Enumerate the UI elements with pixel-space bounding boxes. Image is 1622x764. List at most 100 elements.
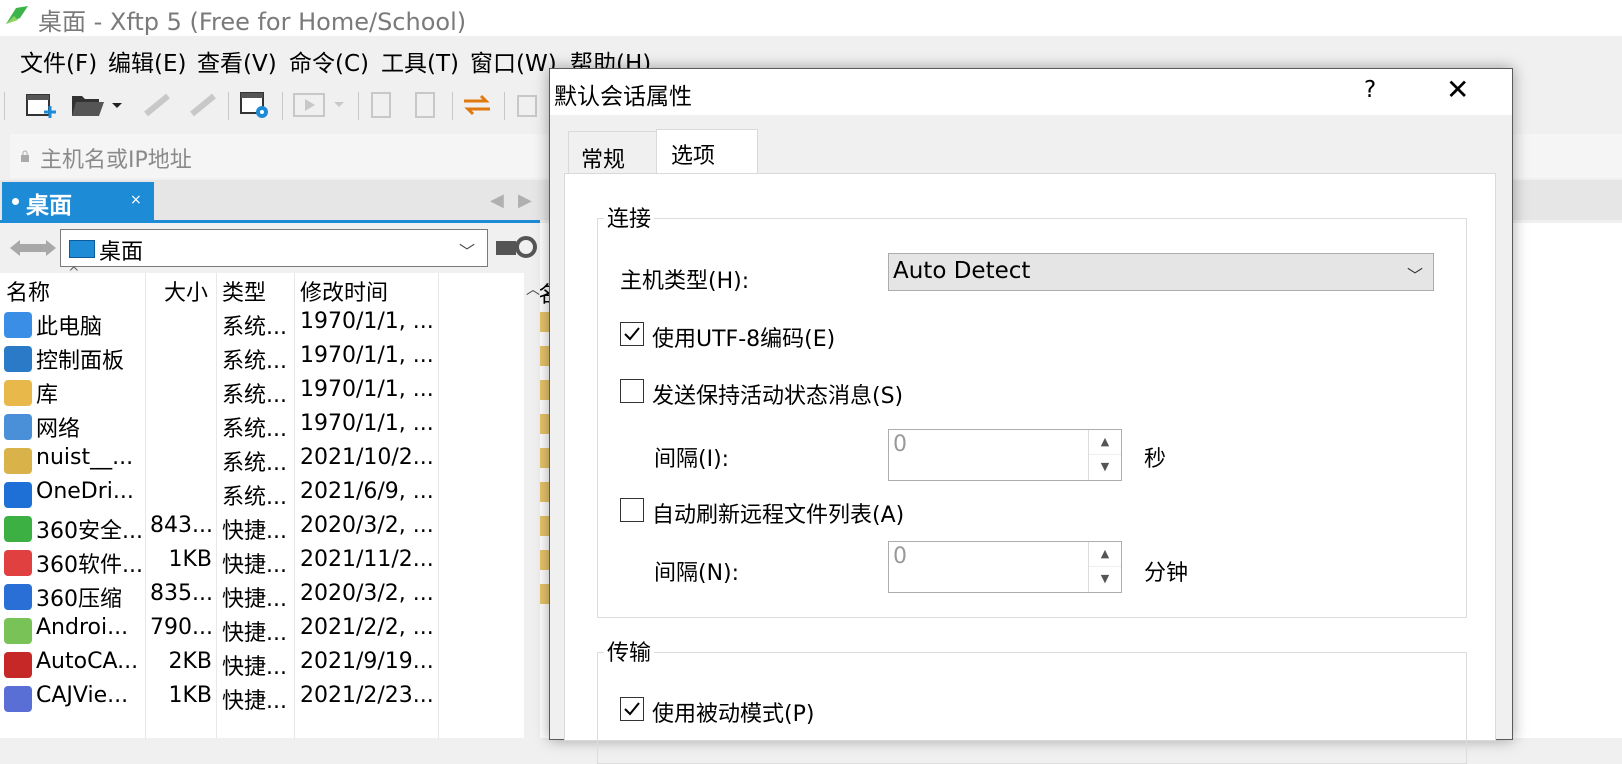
menu-command[interactable]: 命令(C) bbox=[289, 44, 369, 78]
menu-tools[interactable]: 工具(T) bbox=[381, 44, 459, 78]
keepalive-interval-stepper[interactable]: 0 ▲ ▼ bbox=[888, 429, 1122, 481]
increment-icon[interactable]: ▲ bbox=[1089, 430, 1121, 455]
cajviewer-icon bbox=[4, 686, 32, 712]
transfer-group: 传输 使用被动模式(P) bbox=[597, 635, 1467, 764]
utf8-checkbox[interactable] bbox=[620, 322, 644, 346]
play-icon[interactable] bbox=[292, 90, 350, 120]
file-type: 系统... bbox=[222, 485, 287, 510]
column-name[interactable]: 名称 bbox=[6, 275, 50, 307]
session-properties-dialog: 默认会话属性 ? ✕ 常规 选项 连接 主机类型(H): Auto Detect… bbox=[549, 68, 1513, 764]
close-icon[interactable]: ✕ bbox=[1446, 73, 1469, 106]
file-name: AutoCA... bbox=[36, 649, 139, 674]
address-placeholder: 主机名或IP地址 bbox=[40, 148, 192, 173]
scroll-up-icon[interactable]: ︿ bbox=[526, 279, 540, 299]
download-icon[interactable] bbox=[410, 90, 444, 120]
file-modified: 1970/1/1, ... bbox=[300, 377, 434, 402]
back-forward-icon[interactable] bbox=[8, 235, 58, 261]
file-type: 快捷... bbox=[222, 621, 287, 646]
list-item[interactable]: Androi... 790... 快捷... 2021/2/2, ... bbox=[0, 613, 524, 647]
file-size: 843... bbox=[150, 513, 212, 538]
chevron-down-icon[interactable]: ﹀ bbox=[459, 238, 475, 262]
file-modified: 1970/1/1, ... bbox=[300, 343, 434, 368]
menu-view[interactable]: 查看(V) bbox=[197, 44, 277, 78]
checkmark-icon bbox=[624, 327, 640, 341]
connect-icon[interactable] bbox=[140, 90, 174, 120]
column-modified[interactable]: 修改时间 bbox=[300, 275, 388, 307]
file-modified: 2021/9/19... bbox=[300, 649, 434, 674]
disconnect-icon[interactable] bbox=[186, 90, 220, 120]
local-file-list: 名称 ^ 大小 类型 修改时间 此电脑 系统... 1970/1/1, ... 控制面… bbox=[0, 265, 540, 738]
list-item[interactable]: CAJVie... 1KB 快捷... 2021/2/23... bbox=[0, 681, 524, 715]
decrement-icon[interactable]: ▼ bbox=[1089, 454, 1121, 480]
tab-scroll-left-icon[interactable]: ◀ bbox=[490, 190, 504, 211]
list-item[interactable]: 此电脑 系统... 1970/1/1, ... bbox=[0, 307, 524, 341]
copy-icon[interactable] bbox=[512, 90, 546, 120]
file-type: 系统... bbox=[222, 451, 287, 476]
360-zip-icon bbox=[4, 584, 32, 610]
auto-refresh-label: 自动刷新远程文件列表(A) bbox=[652, 503, 905, 528]
file-modified: 2021/10/2... bbox=[300, 445, 434, 470]
list-item[interactable]: OneDri... 系统... 2021/6/9, ... bbox=[0, 477, 524, 511]
folder-sync-icon[interactable] bbox=[494, 233, 540, 261]
file-name: 此电脑 bbox=[36, 315, 103, 340]
host-type-select[interactable]: Auto Detect ﹀ bbox=[888, 253, 1434, 291]
decrement-icon[interactable]: ▼ bbox=[1089, 566, 1121, 592]
xftp-logo-icon bbox=[6, 6, 28, 24]
list-item[interactable]: nuist__... 系统... 2021/10/2... bbox=[0, 443, 524, 477]
onedrive-icon bbox=[4, 482, 32, 508]
tab-desktop[interactable]: 桌面 × bbox=[2, 182, 154, 220]
file-type: 快捷... bbox=[222, 655, 287, 680]
auto-refresh-checkbox[interactable] bbox=[620, 498, 644, 522]
new-session-icon[interactable] bbox=[24, 90, 58, 120]
360-software-icon bbox=[4, 550, 32, 576]
tab-scroll-right-icon[interactable]: ▶ bbox=[518, 190, 532, 211]
refresh-interval-label: 间隔(N): bbox=[654, 561, 740, 586]
menu-edit[interactable]: 编辑(E) bbox=[108, 44, 186, 78]
file-name: 360软件... bbox=[36, 553, 143, 578]
tab-close-icon[interactable]: × bbox=[130, 192, 142, 208]
passive-mode-checkbox[interactable] bbox=[620, 697, 644, 721]
checkmark-icon bbox=[624, 702, 640, 716]
column-size[interactable]: 大小 bbox=[164, 275, 208, 307]
keepalive-checkbox[interactable] bbox=[620, 379, 644, 403]
tab-options[interactable]: 选项 bbox=[656, 129, 758, 176]
file-modified: 1970/1/1, ... bbox=[300, 411, 434, 436]
help-button[interactable]: ? bbox=[1364, 77, 1376, 103]
column-type[interactable]: 类型 bbox=[222, 275, 266, 307]
refresh-unit: 分钟 bbox=[1144, 561, 1189, 586]
file-type: 系统... bbox=[222, 383, 287, 408]
file-name: 360压缩 bbox=[36, 587, 122, 612]
file-modified: 2020/3/2, ... bbox=[300, 581, 434, 606]
path-bar: 桌面 ﹀ bbox=[0, 223, 540, 273]
file-name: nuist__... bbox=[36, 445, 134, 470]
tab-general[interactable]: 常规 bbox=[568, 131, 658, 174]
upload-icon[interactable] bbox=[366, 90, 400, 120]
increment-icon[interactable]: ▲ bbox=[1089, 542, 1121, 567]
sort-ascending-icon: ^ bbox=[68, 265, 80, 281]
list-item[interactable]: 360压缩 835... 快捷... 2020/3/2, ... bbox=[0, 579, 524, 613]
list-item[interactable]: 控制面板 系统... 1970/1/1, ... bbox=[0, 341, 524, 375]
file-modified: 2021/11/2... bbox=[300, 547, 434, 572]
vertical-scrollbar[interactable]: ︿ bbox=[524, 273, 540, 738]
dialog-title: 默认会话属性 bbox=[554, 84, 692, 110]
open-folder-icon[interactable] bbox=[70, 90, 124, 120]
list-item[interactable]: AutoCA... 2KB 快捷... 2021/9/19... bbox=[0, 647, 524, 681]
refresh-interval-stepper[interactable]: 0 ▲ ▼ bbox=[888, 541, 1122, 593]
menu-file[interactable]: 文件(F) bbox=[20, 44, 97, 78]
list-item[interactable]: 360软件... 1KB 快捷... 2021/11/2... bbox=[0, 545, 524, 579]
desktop-icon bbox=[69, 240, 95, 258]
list-item[interactable]: 网络 系统... 1970/1/1, ... bbox=[0, 409, 524, 443]
session-settings-icon[interactable] bbox=[238, 90, 272, 120]
path-combo[interactable]: 桌面 ﹀ bbox=[60, 229, 488, 267]
utf8-label: 使用UTF-8编码(E) bbox=[652, 327, 836, 352]
list-item[interactable]: 360安全... 843... 快捷... 2020/3/2, ... bbox=[0, 511, 524, 545]
file-name: OneDri... bbox=[36, 479, 134, 504]
file-name: 库 bbox=[36, 383, 59, 408]
tab-status-dot bbox=[12, 198, 19, 205]
menu-window[interactable]: 窗口(W) bbox=[470, 44, 557, 78]
passive-mode-label: 使用被动模式(P) bbox=[652, 702, 815, 727]
transfer-arrows-icon[interactable] bbox=[460, 90, 494, 120]
computer-icon bbox=[4, 312, 32, 338]
file-size: 835... bbox=[150, 581, 212, 606]
list-item[interactable]: 库 系统... 1970/1/1, ... bbox=[0, 375, 524, 409]
